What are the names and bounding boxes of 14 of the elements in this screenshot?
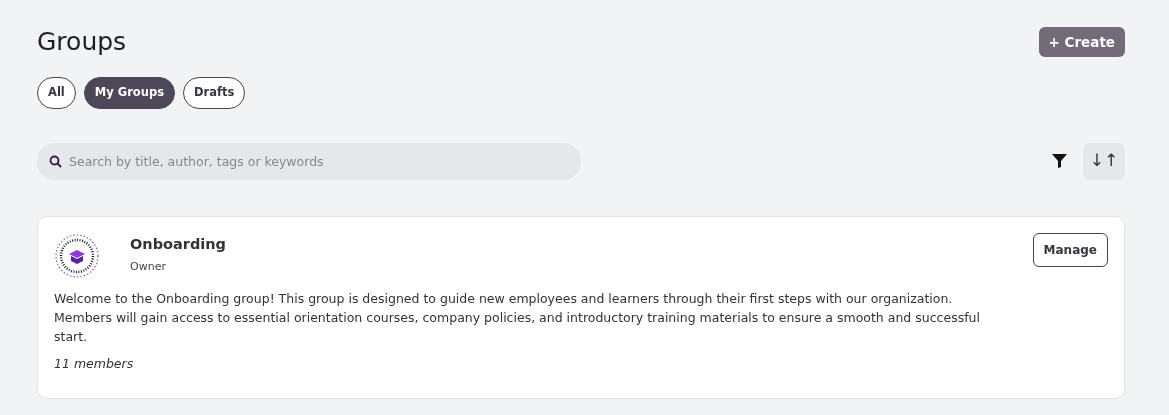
filter-tab[interactable]: All (37, 77, 76, 109)
manage-button[interactable]: Manage (1032, 232, 1108, 267)
group-role: Owner (130, 259, 167, 276)
group-name: Onboarding (130, 234, 226, 254)
search-field[interactable]: Search by title, author, tags or keywords (37, 142, 581, 180)
group-description: Welcome to the Onboarding group! This group is designed to guide new employees and learners through their first steps with our organization. Members will gain access to essential orientation courses, company policies, and introductory training materials to ensure a smooth and successful start. (54, 289, 981, 346)
logo-icon (54, 232, 100, 279)
sort-button[interactable]: ↓↑ (1083, 142, 1125, 180)
filter-tab[interactable]: My Groups (83, 77, 176, 109)
filter-tab[interactable]: Drafts (183, 77, 246, 109)
filter-icon[interactable] (1052, 154, 1067, 168)
member-count: 11 members (54, 354, 135, 373)
page-title: Groups (37, 27, 127, 57)
create-button[interactable]: + Create (1038, 27, 1125, 58)
